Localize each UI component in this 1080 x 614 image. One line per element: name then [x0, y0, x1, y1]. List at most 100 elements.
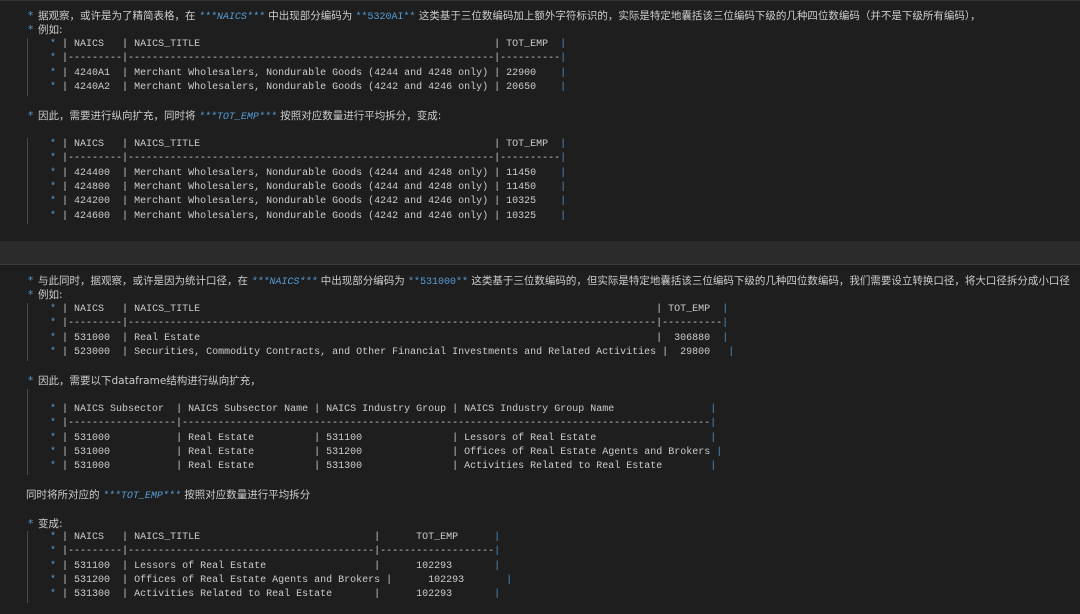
indent-guide	[27, 303, 28, 361]
table-row: * | 531000 | Real Estate | 531200 | Offi…	[50, 446, 723, 458]
code-531000: **531000**	[408, 277, 469, 288]
table-header-row: * | NAICS | NAICS_TITLE | TOT_EMP |	[50, 304, 729, 315]
table-cell: Real Estate	[182, 461, 315, 473]
table-cell: TOT_EMP	[380, 532, 495, 543]
table-row: * | 531300 | Activities Related to Real …	[50, 589, 501, 601]
bullet: *	[50, 589, 63, 601]
table-cell: Offices of Real Estate Agents and Broker…	[458, 446, 717, 458]
code-naics: ***NAICS***	[198, 12, 265, 23]
table-cell: Securities, Commodity Contracts, and Oth…	[128, 346, 663, 358]
bullet: *	[50, 167, 63, 179]
table-row: * | 531100 | Lessors of Real Estate | 10…	[50, 560, 501, 572]
bullet: *	[50, 67, 63, 79]
indent-guide	[27, 389, 28, 475]
text: 同时将所对应的	[26, 489, 103, 501]
table-row: * | 4240A1 | Merchant Wholesalers, Nondu…	[50, 67, 567, 79]
bullet: *	[50, 332, 63, 344]
table-cell: 531200	[68, 574, 123, 586]
table-cell: TOT_EMP	[500, 139, 561, 150]
text: 这类基于三位数编码加上额外字符标识的，实际是特定地囊括该三位编码下级的几种四位数…	[415, 10, 981, 22]
table-header-row: * | NAICS | NAICS_TITLE | TOT_EMP |	[50, 39, 567, 50]
table-cell: NAICS_TITLE	[128, 139, 495, 150]
bullet: *	[50, 81, 63, 93]
table-cell: NAICS	[68, 139, 123, 150]
table-row: * | 4240A2 | Merchant Wholesalers, Nondu…	[50, 81, 567, 93]
text: 与此同时，据观察，或许是因为统计口径，在	[38, 275, 252, 287]
table-cell: 424600	[68, 210, 123, 222]
indent-guide	[27, 531, 28, 603]
bullet: *	[50, 432, 63, 444]
table-cell: NAICS_TITLE	[128, 304, 657, 315]
table-cell: Merchant Wholesalers, Nondurable Goods (…	[128, 181, 495, 193]
table-cell: Merchant Wholesalers, Nondurable Goods (…	[128, 167, 495, 179]
table-cell: Real Estate	[182, 432, 315, 444]
table-cell: Real Estate	[182, 446, 315, 458]
table-cell: 20650	[500, 81, 561, 93]
table-cell: Offices of Real Estate Agents and Broker…	[128, 574, 387, 586]
table-cell: 424200	[68, 196, 123, 208]
bullet: *	[50, 574, 63, 586]
table-cell: NAICS Industry Group	[320, 404, 453, 415]
table-cell: Activities Related to Real Estate	[458, 461, 711, 473]
table-cell: 523000	[68, 346, 123, 358]
table-row: * | 523000 | Securities, Commodity Contr…	[50, 346, 735, 358]
text: 中出现部分编码为	[317, 275, 409, 287]
example-label: 例如:	[38, 289, 63, 301]
text: 因此，需要以下dataframe结构进行纵向扩充，	[38, 375, 261, 387]
table-cell: 102293	[392, 574, 507, 586]
table-cell: NAICS Subsector Name	[182, 404, 315, 415]
table-row: * | 424400 | Merchant Wholesalers, Nondu…	[50, 167, 567, 179]
table-cell: 22900	[500, 67, 561, 79]
bullet: *	[50, 532, 63, 543]
markdown-cell-1[interactable]: * 据观察，或许是为了精简表格，在 ***NAICS*** 中出现部分编码为 **…	[0, 0, 1080, 241]
table-cell: 531100	[68, 560, 123, 572]
text: 按照对应数量进行平均拆分	[180, 489, 311, 501]
table-cell: Merchant Wholesalers, Nondurable Goods (…	[128, 81, 495, 93]
table-cell: 306880	[662, 332, 723, 344]
table-separator: * |---------|---------------------------…	[50, 53, 567, 65]
table-row: * | 531000 | Real Estate | 531300 | Acti…	[50, 461, 717, 473]
table-cell: 4240A1	[68, 67, 123, 79]
bullet: *	[28, 10, 34, 22]
table-cell: TOT_EMP	[662, 304, 723, 315]
bullet: *	[50, 139, 63, 150]
table-separator: * |---------|---------------------------…	[50, 153, 567, 165]
table-cell: 531000	[68, 332, 123, 344]
table-cell: 11450	[500, 181, 561, 193]
text: 中出现部分编码为	[264, 10, 356, 22]
table-cell: 102293	[380, 560, 495, 572]
table-cell: NAICS_TITLE	[128, 39, 495, 50]
table-separator: * |---------|---------------------------…	[50, 318, 729, 330]
text: 按照对应数量进行平均拆分，变成:	[276, 110, 442, 122]
table-cell: 531000	[68, 446, 177, 458]
table-row: * | 531200 | Offices of Real Estate Agen…	[50, 574, 513, 586]
bullet: *	[50, 461, 63, 473]
bullet: *	[50, 196, 63, 208]
table-cell: 424400	[68, 167, 123, 179]
table-cell: 102293	[380, 589, 495, 601]
table-cell: 29800	[668, 346, 729, 358]
table-cell: Merchant Wholesalers, Nondurable Goods (…	[128, 196, 495, 208]
table-header-row: * | NAICS | NAICS_TITLE | TOT_EMP |	[50, 139, 567, 150]
table-cell: NAICS	[68, 39, 123, 50]
code-tot-emp: ***TOT_EMP***	[198, 112, 277, 123]
table-cell: 531000	[68, 432, 177, 444]
markdown-cell-2[interactable]: * 与此同时，据观察，或许是因为统计口径，在 ***NAICS*** 中出现部分编…	[0, 264, 1080, 614]
code-tot-emp: ***TOT_EMP***	[102, 491, 181, 502]
bullet: *	[50, 181, 63, 193]
table-row: * | 424600 | Merchant Wholesalers, Nondu…	[50, 210, 567, 222]
table-cell: Merchant Wholesalers, Nondurable Goods (…	[128, 67, 495, 79]
text: 这类基于三位数编码的，但实际是特定地囊括该三位编码下级的几种四位数编码，我们需要…	[468, 275, 1070, 287]
table-cell: 10325	[500, 196, 561, 208]
table-cell: 531300	[68, 589, 123, 601]
code-naics: ***NAICS***	[251, 277, 318, 288]
table-row: * | 531000 | Real Estate | 306880 |	[50, 332, 729, 344]
indent-guide	[27, 138, 28, 224]
becomes-label: 变成:	[38, 518, 63, 530]
table-cell: NAICS Industry Group Name	[458, 404, 711, 415]
table-separator: * |------------------|------------------…	[50, 418, 717, 430]
bullet: *	[50, 210, 63, 222]
table-cell: TOT_EMP	[500, 39, 561, 50]
table-cell: NAICS	[68, 532, 123, 543]
table-cell: Real Estate	[128, 332, 657, 344]
